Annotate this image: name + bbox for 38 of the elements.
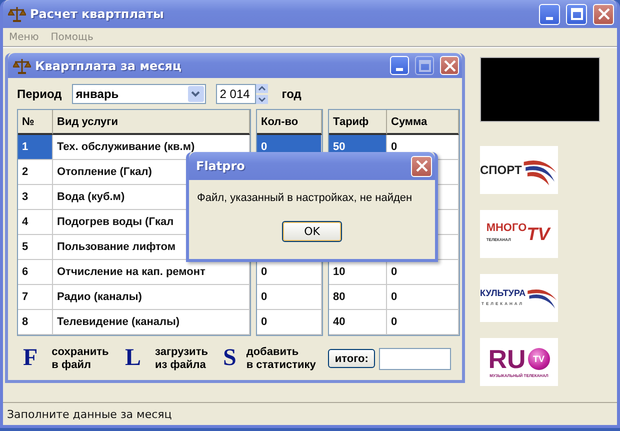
- table-cell: 0: [257, 310, 322, 335]
- row-number: 6: [18, 260, 53, 285]
- action-label: добавить в статистику: [246, 346, 316, 372]
- row-number: 2: [18, 160, 53, 185]
- table-cell: 0: [387, 285, 459, 310]
- window-title: Квартплата за месяц: [35, 58, 182, 72]
- column-header: Тариф: [329, 110, 387, 135]
- month-dropdown[interactable]: январь: [72, 84, 206, 104]
- action-label: загрузить из файла: [155, 346, 208, 372]
- channel-logo: СПОРТ: [480, 146, 558, 194]
- row-number: 8: [18, 310, 53, 335]
- table-cell: 80: [329, 285, 387, 310]
- column-header: Кол-во: [257, 110, 322, 135]
- column-header: №: [18, 110, 53, 135]
- table-cell: Телевидение (каналы): [53, 310, 250, 335]
- column-header: Вид услуги: [53, 110, 250, 135]
- total-button[interactable]: итого:: [328, 349, 376, 368]
- shortcut-key: L: [119, 345, 142, 372]
- column-header: Сумма: [387, 110, 459, 135]
- year-label: год: [282, 87, 302, 101]
- shortcut-key: S: [217, 345, 236, 372]
- row-number: 1: [18, 135, 53, 160]
- table-cell: 0: [257, 285, 322, 310]
- row-number: 7: [18, 285, 53, 310]
- dialog-title: Flatpro: [196, 159, 246, 173]
- ok-button[interactable]: OK: [282, 221, 342, 242]
- row-number: 3: [18, 185, 53, 210]
- row-number: 4: [18, 210, 53, 235]
- status-bar: Заполните данные за месяц: [3, 402, 617, 425]
- table-cell: Радио (каналы): [53, 285, 250, 310]
- period-label: Период: [17, 87, 62, 101]
- table-cell: 0: [387, 310, 459, 335]
- year-field[interactable]: 2 014: [216, 84, 256, 104]
- shortcut-key: F: [17, 345, 38, 372]
- action-label: сохранить в файл: [52, 346, 109, 372]
- table-cell: 40: [329, 310, 387, 335]
- window-title: Расчет квартплаты: [30, 7, 165, 21]
- row-number: 5: [18, 235, 53, 260]
